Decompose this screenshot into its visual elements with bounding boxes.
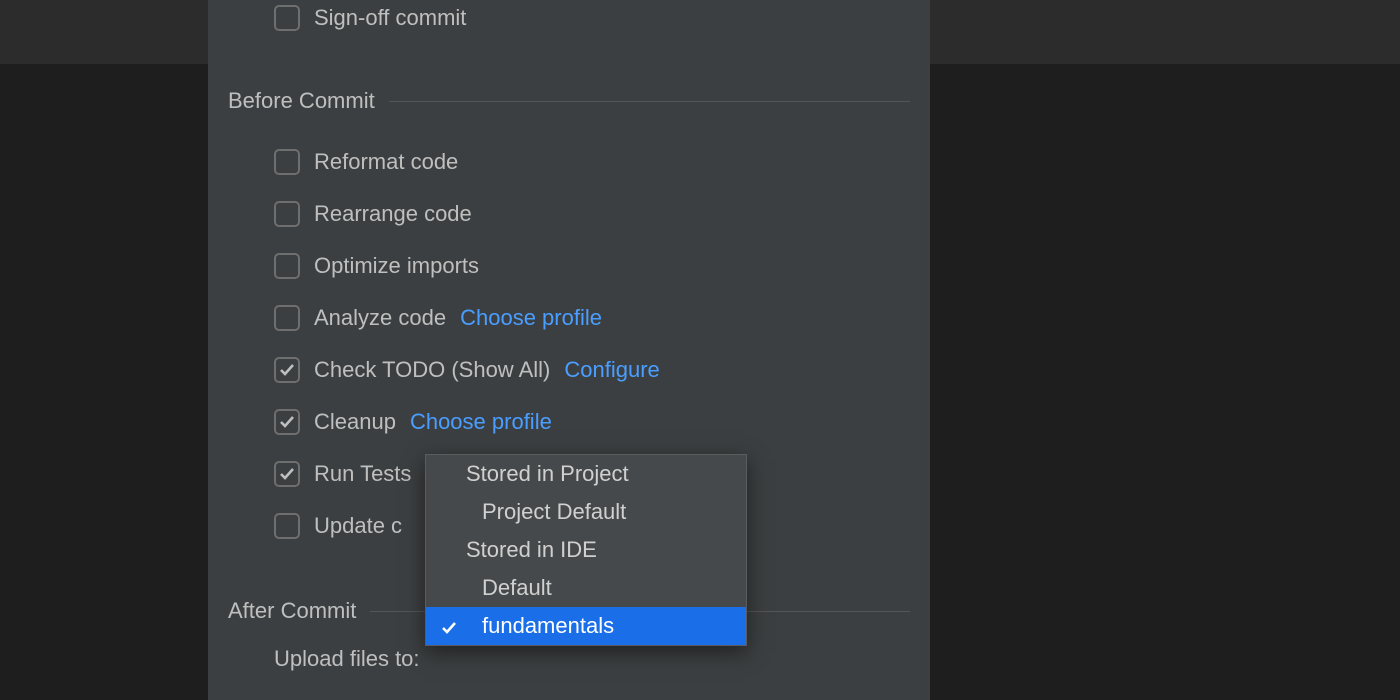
option-link[interactable]: Choose profile [460,305,602,331]
checkmark-icon [278,413,296,431]
before-commit-row: Rearrange code [208,188,930,240]
upload-files-label: Upload files to: [208,646,930,672]
option-label: Update c [314,513,402,539]
option-link[interactable]: Configure [564,357,659,383]
option-label: Optimize imports [314,253,479,279]
before-commit-row: Optimize imports [208,240,930,292]
popup-group-header: Stored in IDE [426,531,746,569]
before-commit-row: Cleanup Choose profile [208,396,930,448]
divider-line [389,101,910,102]
checkmark-icon [278,361,296,379]
option-label: Reformat code [314,149,458,175]
before-commit-row: Reformat code [208,136,930,188]
before-commit-row: Analyze code Choose profile [208,292,930,344]
checkbox[interactable] [274,409,300,435]
checkmark-icon [278,465,296,483]
option-label: Analyze code [314,305,446,331]
checkbox[interactable] [274,149,300,175]
popup-option[interactable]: fundamentals [426,607,746,645]
option-label: Cleanup [314,409,396,435]
before-commit-row: Check TODO (Show All) Configure [208,344,930,396]
checkbox[interactable] [274,201,300,227]
checkbox[interactable] [274,357,300,383]
checkbox[interactable] [274,305,300,331]
before-commit-title: Before Commit [228,88,375,114]
checkbox[interactable] [274,461,300,487]
signoff-commit-row: Sign-off commit [208,0,930,44]
option-label: Check TODO (Show All) [314,357,550,383]
signoff-commit-label: Sign-off commit [314,5,466,31]
popup-group-header: Stored in Project [426,455,746,493]
before-commit-header: Before Commit [208,88,930,114]
profile-dropdown-popup[interactable]: Stored in ProjectProject DefaultStored i… [425,454,747,646]
checkbox[interactable] [274,513,300,539]
popup-option[interactable]: Project Default [426,493,746,531]
checkbox[interactable] [274,253,300,279]
after-commit-title: After Commit [228,598,356,624]
checkmark-icon [440,619,458,637]
option-label: Rearrange code [314,201,472,227]
popup-option[interactable]: Default [426,569,746,607]
signoff-commit-checkbox[interactable] [274,5,300,31]
option-link[interactable]: Choose profile [410,409,552,435]
option-label: Run Tests [314,461,411,487]
